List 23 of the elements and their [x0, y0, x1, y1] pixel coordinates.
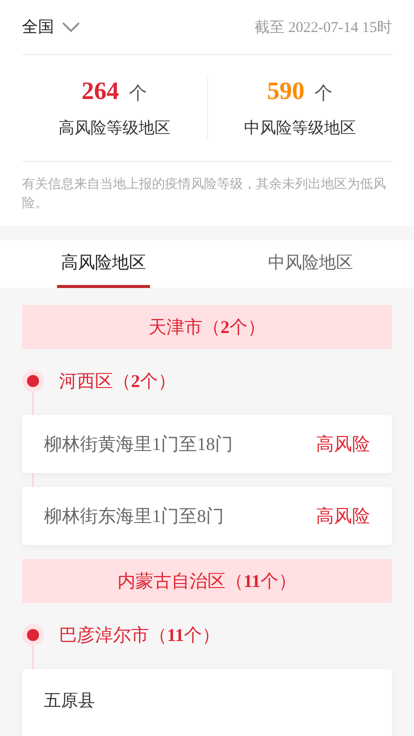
- province-header: 天津市（2个）: [22, 305, 392, 349]
- count-unit: 个: [314, 82, 332, 104]
- risk-count: 264: [82, 78, 119, 106]
- region-selector[interactable]: 全国: [22, 16, 54, 38]
- count-unit: 个: [129, 82, 147, 104]
- district-title: 巴彦淖尔市（11个）: [59, 624, 220, 647]
- risk-tab[interactable]: 中风险地区: [264, 240, 357, 288]
- info-note: 有关信息来自当地上报的疫情风险等级，其余未列出地区为低风险。: [22, 175, 387, 212]
- area-name: 柳林街黄海里1门至18门: [44, 433, 233, 456]
- area-name: 五原县: [44, 690, 95, 712]
- province-header: 内蒙古自治区（11个）: [22, 559, 392, 603]
- risk-tab[interactable]: 高风险地区: [57, 240, 150, 288]
- risk-level: 高风险: [316, 505, 370, 528]
- risk-level: 高风险: [316, 433, 370, 456]
- area-name: 柳林街东海里1门至8门: [44, 505, 224, 528]
- timeline-dot-icon: [22, 624, 44, 646]
- update-time: 截至 2022-07-14 15时: [254, 18, 392, 36]
- risk-count: 590: [267, 78, 304, 106]
- chevron-down-icon[interactable]: [62, 22, 80, 32]
- district-title: 河西区（2个）: [59, 370, 176, 393]
- stat-label: 中风险等级地区: [244, 118, 356, 138]
- stat-label: 高风险等级地区: [58, 118, 170, 138]
- timeline-dot-icon: [22, 370, 44, 392]
